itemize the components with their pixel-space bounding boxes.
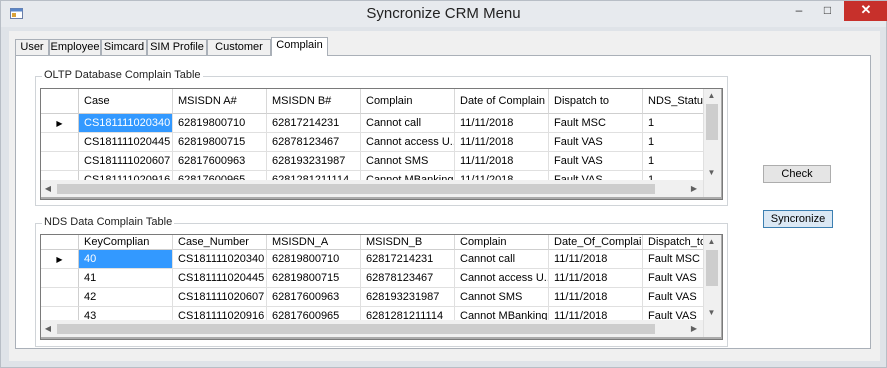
- check-button[interactable]: Check: [763, 165, 831, 183]
- nds-cell[interactable]: Cannot access U...: [455, 269, 549, 288]
- oltp-column-header[interactable]: Dispatch to: [549, 89, 643, 114]
- tab-sim-profile[interactable]: SIM Profile: [147, 39, 207, 55]
- nds-scroll-down-icon[interactable]: ▼: [703, 306, 720, 320]
- nds-vertical-scroll-thumb[interactable]: [706, 250, 718, 286]
- oltp-cell[interactable]: CS181111020607: [79, 152, 173, 171]
- oltp-corner-header: [41, 89, 79, 114]
- nds-cell[interactable]: 62817600963: [267, 288, 361, 307]
- oltp-cell[interactable]: CS181111020340: [79, 114, 173, 133]
- oltp-row-header[interactable]: [41, 152, 79, 171]
- nds-cell[interactable]: 62819800710: [267, 250, 361, 269]
- nds-cell[interactable]: 62878123467: [361, 269, 455, 288]
- oltp-scroll-down-icon[interactable]: ▼: [703, 166, 720, 180]
- nds-scroll-left-icon[interactable]: ◀: [41, 320, 55, 337]
- oltp-cell[interactable]: 62819800710: [173, 114, 267, 133]
- oltp-column-header[interactable]: MSISDN A#: [173, 89, 267, 114]
- oltp-cell[interactable]: 628193231987: [267, 152, 361, 171]
- syncronize-button[interactable]: Syncronize: [763, 210, 833, 228]
- oltp-cell[interactable]: Cannot SMS: [361, 152, 455, 171]
- complain-tab-page: OLTP Database Complain Table Case MSISDN …: [15, 55, 871, 349]
- nds-corner-header: [41, 235, 79, 250]
- row-pointer-icon: ▶: [56, 119, 63, 128]
- oltp-column-header[interactable]: MSISDN B#: [267, 89, 361, 114]
- nds-cell[interactable]: 11/11/2018: [549, 269, 643, 288]
- oltp-vertical-scroll-thumb[interactable]: [706, 104, 718, 140]
- nds-scroll-up-icon[interactable]: ▲: [703, 235, 720, 249]
- oltp-row-header[interactable]: ▶: [41, 114, 79, 133]
- oltp-cell[interactable]: 11/11/2018: [455, 152, 549, 171]
- oltp-column-header[interactable]: Date of Complain: [455, 89, 549, 114]
- nds-cell[interactable]: CS181111020607: [173, 288, 267, 307]
- tab-user[interactable]: User: [15, 39, 49, 55]
- maximize-button[interactable]: □: [814, 1, 841, 21]
- nds-column-header[interactable]: Complain: [455, 235, 549, 250]
- oltp-group-title: OLTP Database Complain Table: [42, 69, 203, 81]
- nds-column-header[interactable]: MSISDN_A: [267, 235, 361, 250]
- nds-cell[interactable]: 62819800715: [267, 269, 361, 288]
- row-pointer-icon: ▶: [56, 255, 63, 264]
- oltp-cell[interactable]: Fault VAS: [549, 133, 643, 152]
- nds-data-grid[interactable]: KeyComplian Case_Number MSISDN_A MSISDN_B Co…: [40, 234, 723, 340]
- nds-cell[interactable]: 628193231987: [361, 288, 455, 307]
- nds-column-header[interactable]: Date_Of_Complain: [549, 235, 643, 250]
- tab-employee[interactable]: Employee: [49, 39, 101, 55]
- nds-scroll-right-icon[interactable]: ▶: [687, 320, 701, 337]
- oltp-cell[interactable]: CS181111020445: [79, 133, 173, 152]
- title-bar: Syncronize CRM Menu – □ ✕: [1, 1, 887, 27]
- oltp-scroll-up-icon[interactable]: ▲: [703, 89, 720, 103]
- nds-cell[interactable]: CS181111020340: [173, 250, 267, 269]
- nds-row-header[interactable]: ▶: [41, 250, 79, 269]
- nds-column-header[interactable]: KeyComplian: [79, 235, 173, 250]
- oltp-cell[interactable]: 62817214231: [267, 114, 361, 133]
- oltp-cell[interactable]: Cannot call: [361, 114, 455, 133]
- tab-simcard[interactable]: Simcard: [101, 39, 147, 55]
- nds-cell[interactable]: Cannot SMS: [455, 288, 549, 307]
- close-button[interactable]: ✕: [844, 1, 887, 21]
- nds-cell[interactable]: CS181111020445: [173, 269, 267, 288]
- window-title: Syncronize CRM Menu: [366, 5, 521, 22]
- oltp-cell[interactable]: 11/11/2018: [455, 133, 549, 152]
- oltp-cell[interactable]: 62817600963: [173, 152, 267, 171]
- nds-cell[interactable]: 41: [79, 269, 173, 288]
- nds-horizontal-scroll-thumb[interactable]: [57, 324, 655, 334]
- nds-cell[interactable]: 40: [79, 250, 173, 269]
- nds-cell[interactable]: Cannot call: [455, 250, 549, 269]
- nds-scroll-corner: [703, 320, 721, 337]
- oltp-cell[interactable]: Fault MSC: [549, 114, 643, 133]
- oltp-cell[interactable]: Fault VAS: [549, 152, 643, 171]
- nds-column-header[interactable]: Case_Number: [173, 235, 267, 250]
- oltp-cell[interactable]: 62819800715: [173, 133, 267, 152]
- oltp-column-header[interactable]: Complain: [361, 89, 455, 114]
- nds-group-title: NDS Data Complain Table: [42, 216, 175, 228]
- oltp-cell[interactable]: 62878123467: [267, 133, 361, 152]
- nds-column-header[interactable]: MSISDN_B: [361, 235, 455, 250]
- nds-cell[interactable]: 11/11/2018: [549, 288, 643, 307]
- oltp-scroll-corner: [703, 180, 721, 197]
- nds-cell[interactable]: 42: [79, 288, 173, 307]
- app-window: Syncronize CRM Menu – □ ✕ User Employee …: [0, 0, 887, 368]
- oltp-scroll-right-icon[interactable]: ▶: [687, 180, 701, 197]
- oltp-cell[interactable]: Cannot access U...: [361, 133, 455, 152]
- tab-customer[interactable]: Customer: [207, 39, 271, 55]
- oltp-data-grid[interactable]: Case MSISDN A# MSISDN B# Complain Date of Co…: [40, 88, 723, 200]
- nds-cell[interactable]: 62817214231: [361, 250, 455, 269]
- oltp-cell[interactable]: 11/11/2018: [455, 114, 549, 133]
- nds-cell[interactable]: 11/11/2018: [549, 250, 643, 269]
- nds-row-header[interactable]: [41, 288, 79, 307]
- oltp-horizontal-scroll-thumb[interactable]: [57, 184, 655, 194]
- nds-row-header[interactable]: [41, 269, 79, 288]
- oltp-scroll-left-icon[interactable]: ◀: [41, 180, 55, 197]
- oltp-row-header[interactable]: [41, 133, 79, 152]
- minimize-button[interactable]: –: [784, 1, 814, 21]
- oltp-column-header[interactable]: Case: [79, 89, 173, 114]
- tab-complain[interactable]: Complain: [271, 37, 328, 56]
